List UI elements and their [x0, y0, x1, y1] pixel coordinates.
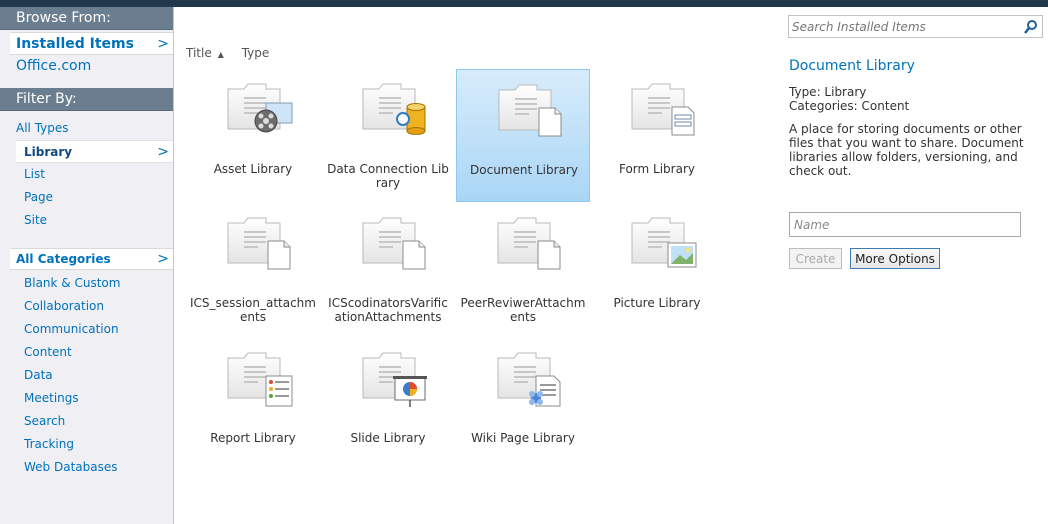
tile-wiki-page-library[interactable]: Wiki Page Library — [456, 338, 590, 471]
tile-label: PeerReviwerAttachments — [460, 296, 586, 324]
document-icon — [497, 217, 561, 270]
tile-label: Wiki Page Library — [471, 431, 575, 445]
chevron-right-icon: > — [157, 144, 169, 160]
category-web-databases[interactable]: Web Databases — [0, 456, 173, 479]
tile-data-connection-library[interactable]: Data Connection Library — [321, 69, 455, 202]
picture-library-icon — [631, 217, 697, 268]
top-bar — [0, 0, 1048, 7]
tile-label: Slide Library — [350, 431, 426, 445]
tile-label: Picture Library — [613, 296, 701, 310]
search-icon[interactable] — [1022, 19, 1040, 35]
browse-item-label: Installed Items — [16, 36, 134, 52]
document-library-icon — [498, 84, 562, 137]
filter-list[interactable]: List — [0, 163, 173, 186]
tile-label: ICScodinatorsVarificationAttachments — [328, 296, 448, 324]
tile-label: Asset Library — [213, 162, 293, 176]
tile-label: ICS_session_attachments — [190, 296, 316, 324]
filter-all-types[interactable]: All Types — [0, 117, 173, 140]
document-icon — [362, 217, 426, 270]
category-blank-custom[interactable]: Blank & Custom — [0, 272, 173, 295]
tile-label: Form Library — [618, 162, 695, 176]
tile-asset-library[interactable]: Asset Library — [186, 69, 320, 202]
search-input[interactable] — [792, 18, 1014, 35]
slide-library-icon — [362, 352, 427, 407]
category-collaboration[interactable]: Collaboration — [0, 295, 173, 318]
browse-item-label: Office.com — [16, 58, 92, 74]
filter-site[interactable]: Site — [0, 209, 173, 232]
asset-library-icon — [227, 83, 293, 133]
detail-title: Document Library — [789, 58, 915, 74]
wiki-library-icon — [497, 352, 561, 407]
form-library-icon — [631, 83, 695, 136]
browse-office-com[interactable]: Office.com — [0, 55, 173, 78]
left-navigation: Browse From: Installed Items > Office.co… — [0, 7, 174, 524]
tile-label: Data Connection Library — [327, 162, 449, 190]
sort-by-title[interactable]: Title — [186, 46, 212, 60]
filter-page[interactable]: Page — [0, 186, 173, 209]
sort-by-type[interactable]: Type — [242, 46, 270, 60]
all-categories[interactable]: All Categories > — [10, 248, 173, 270]
browse-from-header: Browse From: — [0, 7, 173, 30]
category-meetings[interactable]: Meetings — [0, 387, 173, 410]
category-search[interactable]: Search — [0, 410, 173, 433]
sort-ascending-icon: ▲ — [217, 50, 224, 59]
category-data[interactable]: Data — [0, 364, 173, 387]
category-content[interactable]: Content — [0, 341, 173, 364]
search-box — [788, 15, 1043, 38]
all-categories-label: All Categories — [16, 252, 111, 266]
tile-document-library[interactable]: Document Library — [456, 69, 590, 202]
tile-ics-session-attachments[interactable]: ICS_session_attachments — [186, 203, 320, 336]
document-icon — [227, 217, 291, 270]
more-options-button[interactable]: More Options — [850, 248, 940, 269]
tile-peer-reviewer-attachments[interactable]: PeerReviwerAttachments — [456, 203, 590, 336]
tile-label: Document Library — [470, 163, 578, 177]
tile-label: Report Library — [210, 431, 296, 445]
category-tracking[interactable]: Tracking — [0, 433, 173, 456]
name-field[interactable] — [789, 212, 1021, 237]
category-communication[interactable]: Communication — [0, 318, 173, 341]
filter-by-header: Filter By: — [0, 88, 173, 111]
tile-slide-library[interactable]: Slide Library — [321, 338, 455, 471]
detail-categories: Categories: Content — [789, 99, 910, 113]
tile-form-library[interactable]: Form Library — [590, 69, 724, 202]
create-button[interactable]: Create — [789, 248, 842, 269]
tile-report-library[interactable]: Report Library — [186, 338, 320, 471]
tile-ics-coordinators-attachments[interactable]: ICScodinatorsVarificationAttachments — [321, 203, 455, 336]
detail-meta: Type: Library Categories: Content — [789, 85, 909, 113]
report-library-icon — [227, 352, 293, 407]
sort-bar: Title ▲ Type — [186, 46, 275, 60]
filter-item-label: Library — [24, 145, 73, 159]
filter-library[interactable]: Library > — [16, 140, 173, 163]
browse-installed-items[interactable]: Installed Items > — [10, 32, 173, 55]
detail-description: A place for storing documents or other f… — [789, 122, 1024, 178]
data-connection-icon — [362, 83, 426, 135]
tile-picture-library[interactable]: Picture Library — [590, 203, 724, 336]
chevron-right-icon: > — [157, 36, 169, 52]
chevron-right-icon: > — [157, 251, 169, 267]
detail-type: Type: Library — [789, 85, 867, 99]
